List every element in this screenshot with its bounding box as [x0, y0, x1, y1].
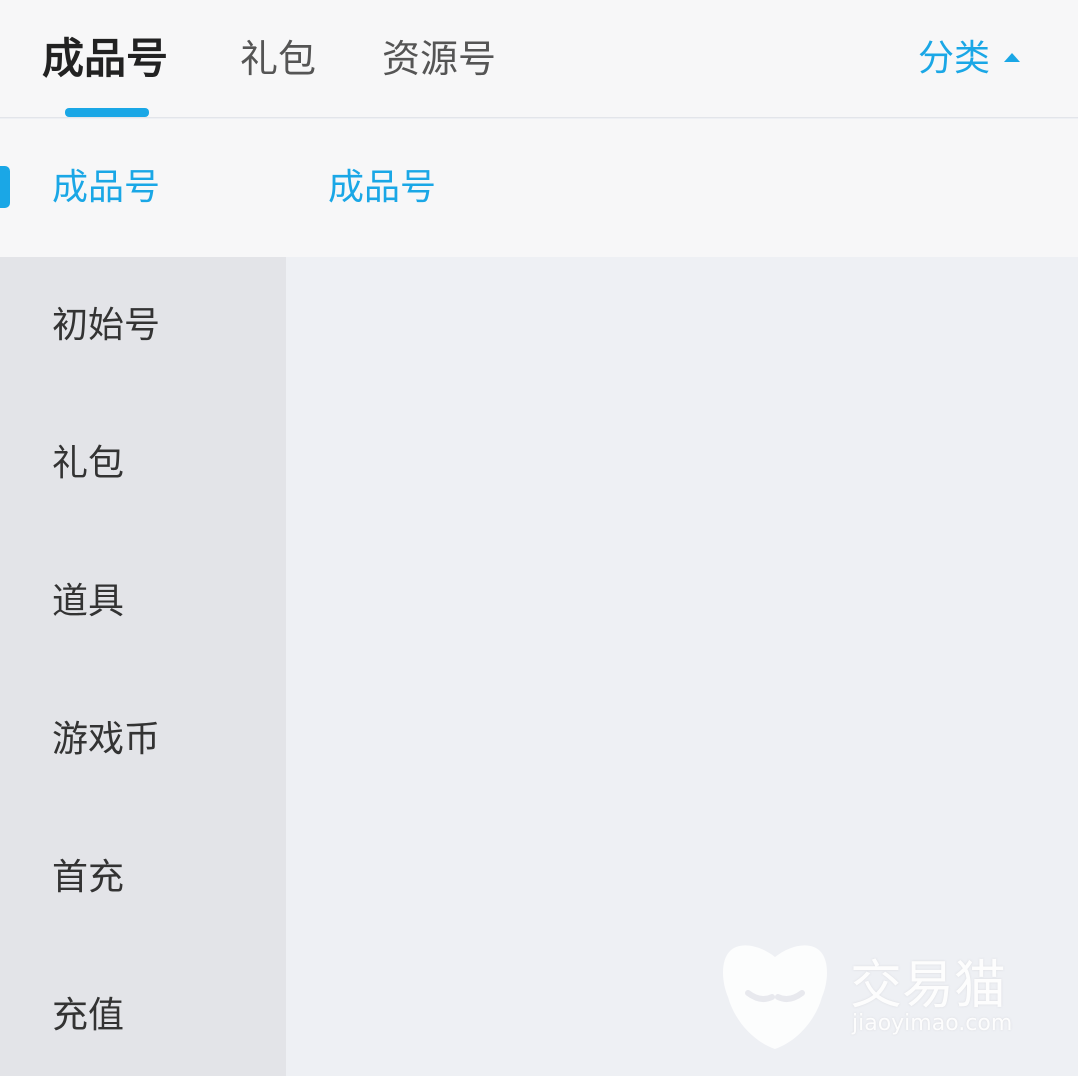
- sidebar-item-label: 充值: [52, 995, 125, 1036]
- content-title[interactable]: 成品号: [328, 119, 436, 257]
- sidebar-item-game-currency[interactable]: 游戏币: [0, 671, 286, 809]
- sidebar-item-props[interactable]: 道具: [0, 533, 286, 671]
- content-body: [286, 257, 1078, 1076]
- category-toggle-label: 分类: [917, 38, 990, 79]
- sidebar-item-recharge[interactable]: 充值: [0, 947, 286, 1076]
- sidebar-item-label: 道具: [52, 581, 125, 622]
- tab-resource-account[interactable]: 资源号: [382, 0, 496, 118]
- tab-gift-pack[interactable]: 礼包: [240, 0, 316, 118]
- category-screen: 成品号 礼包 资源号 分类 成品号 初始号 礼包 道具 游戏币 首充 充值 成品…: [0, 0, 1078, 1076]
- top-tab-bar: 成品号 礼包 资源号 分类: [0, 0, 1078, 118]
- content-header: 成品号: [286, 119, 1078, 257]
- sidebar-item-label: 礼包: [52, 443, 125, 484]
- sidebar-item-label: 游戏币: [52, 719, 161, 760]
- sidebar-item-label: 首充: [52, 857, 125, 898]
- caret-up-icon: [1004, 52, 1020, 62]
- sidebar-item-finished-account[interactable]: 成品号: [0, 119, 286, 257]
- sidebar-item-label: 成品号: [52, 167, 161, 208]
- sidebar-item-gift-pack[interactable]: 礼包: [0, 395, 286, 533]
- category-toggle-button[interactable]: 分类: [918, 0, 1020, 118]
- category-sidebar: 成品号 初始号 礼包 道具 游戏币 首充 充值: [0, 119, 286, 1076]
- sidebar-item-initial-account[interactable]: 初始号: [0, 257, 286, 395]
- active-indicator: [0, 166, 10, 208]
- sidebar-item-label: 初始号: [52, 305, 161, 346]
- sidebar-item-first-recharge[interactable]: 首充: [0, 809, 286, 947]
- tab-finished-account[interactable]: 成品号: [42, 0, 168, 118]
- active-tab-underline: [65, 108, 149, 117]
